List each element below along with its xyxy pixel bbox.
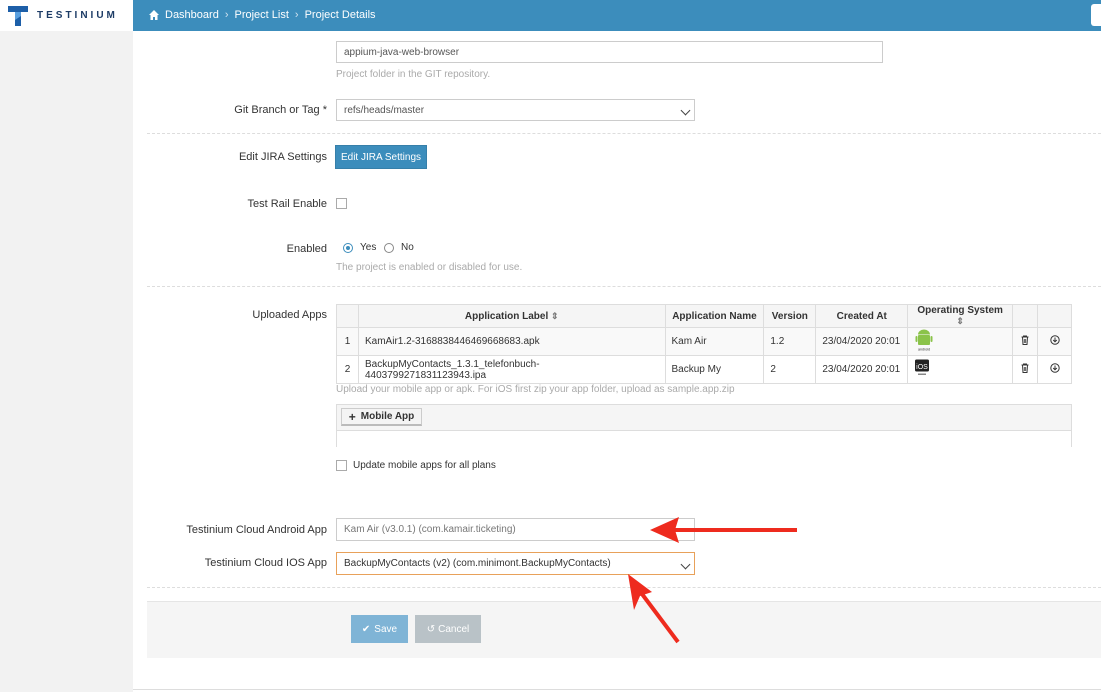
user-menu-button[interactable] (1091, 4, 1101, 26)
column-header-version: Version (763, 304, 817, 328)
bottom-border (133, 689, 1101, 690)
top-navbar: TESTINIUM Dashboard › Project List › Pro… (0, 0, 1101, 31)
update-all-plans-checkbox[interactable] (336, 460, 347, 471)
undo-icon: ↺ (426, 623, 436, 635)
project-path-value: appium-java-web-browser (344, 46, 460, 58)
sort-icon: ⇕ (956, 316, 964, 326)
annotation-arrow-up (628, 574, 680, 644)
sidebar (0, 31, 134, 692)
android-app-label: Testinium Cloud Android App (186, 524, 327, 536)
app-version-cell: 1.2 (763, 327, 817, 356)
download-cell (1037, 327, 1072, 356)
column-header-operating-system[interactable]: Operating System ⇕ (907, 304, 1014, 328)
uploaded-apps-label: Uploaded Apps (252, 309, 327, 321)
upload-help: Upload your mobile app or apk. For iOS f… (336, 384, 735, 395)
git-branch-value: refs/heads/master (344, 104, 425, 116)
enabled-yes-label: Yes (360, 242, 377, 253)
chevron-down-icon (680, 105, 691, 116)
check-icon: ✔ (361, 623, 371, 635)
app-name-cell: Backup My (664, 355, 765, 384)
breadcrumb-project-details: Project Details (304, 9, 376, 21)
app-version-cell: 2 (763, 355, 817, 384)
android-app-value: Kam Air (v3.0.1) (com.kamair.ticketing) (344, 524, 516, 535)
app-label-cell: KamAir1.2-3168838446469668683.apk (357, 327, 666, 356)
edit-jira-settings-button[interactable]: Edit JIRA Settings (335, 145, 427, 169)
clipped-row (336, 31, 536, 34)
delete-cell (1012, 327, 1038, 356)
chevron-down-icon (680, 559, 691, 569)
brand-name: TESTINIUM (37, 10, 118, 21)
enabled-yes-radio[interactable] (343, 243, 353, 253)
breadcrumb-dashboard[interactable]: Dashboard (165, 9, 219, 21)
enabled-help: The project is enabled or disabled for u… (336, 262, 523, 273)
app-os-cell: android (907, 327, 1014, 356)
ios-icon: iOS (915, 359, 930, 375)
upload-area (336, 404, 1072, 447)
save-label: Save (374, 623, 398, 635)
home-icon (149, 10, 159, 20)
table-row: 1 KamAir1.2-3168838446469668683.apk Kam … (336, 327, 1072, 356)
breadcrumb-separator: › (294, 9, 299, 21)
testinium-logo-icon (8, 6, 28, 26)
cancel-label: Cancel (438, 623, 470, 635)
sort-icon: ⇕ (551, 310, 559, 321)
annotation-arrow-left (650, 517, 797, 543)
download-icon[interactable] (1049, 335, 1060, 345)
project-path-help: Project folder in the GIT repository. (336, 69, 491, 80)
trash-icon[interactable] (1020, 363, 1030, 373)
breadcrumb-separator: › (224, 9, 229, 21)
logo[interactable]: TESTINIUM (0, 0, 133, 31)
app-created-cell: 23/04/2020 20:01 (815, 355, 909, 384)
android-icon: android (915, 329, 933, 352)
project-path-input[interactable]: appium-java-web-browser (336, 41, 883, 63)
delete-cell (1012, 355, 1038, 384)
column-header-application-name: Application Name (664, 304, 765, 328)
divider (147, 286, 1101, 287)
update-all-plans-label: Update mobile apps for all plans (353, 460, 496, 471)
app-created-cell: 23/04/2020 20:01 (815, 327, 909, 356)
jira-label: Edit JIRA Settings (238, 151, 327, 163)
divider (147, 133, 1101, 134)
plus-icon: + (348, 409, 356, 424)
test-rail-label: Test Rail Enable (247, 198, 328, 210)
download-icon[interactable] (1049, 363, 1060, 373)
add-mobile-app-label: Mobile App (360, 411, 415, 422)
column-header-created-at: Created At (815, 304, 909, 328)
uploaded-apps-table: Application Label ⇕ Application Name Ver… (336, 304, 1072, 384)
upload-toolbar (337, 405, 1071, 431)
git-branch-select[interactable]: refs/heads/master (336, 99, 695, 121)
ios-app-label: Testinium Cloud IOS App (204, 557, 327, 569)
download-cell (1037, 355, 1072, 384)
row-index: 1 (336, 327, 359, 356)
column-header-application-label[interactable]: Application Label ⇕ (357, 304, 666, 328)
app-name-cell: Kam Air (664, 327, 765, 356)
enabled-label: Enabled (286, 243, 327, 255)
column-header-download (1037, 304, 1072, 328)
cancel-button[interactable]: ↺ Cancel (415, 615, 481, 643)
row-index: 2 (336, 355, 359, 384)
app-label-cell: BackupMyContacts_1.3.1_telefonbuch-44037… (357, 355, 666, 384)
app-os-cell: iOS (907, 355, 1014, 384)
enabled-no-radio[interactable] (384, 243, 394, 253)
git-branch-label: Git Branch or Tag * (234, 104, 327, 116)
android-app-select[interactable]: Kam Air (v3.0.1) (com.kamair.ticketing) (336, 518, 695, 541)
add-mobile-app-button[interactable]: + Mobile App (341, 408, 422, 426)
breadcrumb: Dashboard › Project List › Project Detai… (148, 9, 376, 21)
os-label-android: android (918, 348, 930, 352)
column-header-index (336, 304, 359, 328)
table-header-row: Application Label ⇕ Application Name Ver… (336, 304, 1072, 328)
test-rail-checkbox[interactable] (336, 198, 347, 209)
ios-app-value: BackupMyContacts (v2) (com.minimont.Back… (344, 558, 611, 569)
trash-icon[interactable] (1020, 335, 1030, 345)
enabled-no-label: No (401, 242, 414, 253)
table-row: 2 BackupMyContacts_1.3.1_telefonbuch-440… (336, 355, 1072, 384)
os-label-ios: iOS (916, 364, 928, 371)
save-button[interactable]: ✔ Save (351, 615, 408, 643)
column-header-delete (1012, 304, 1038, 328)
breadcrumb-project-list[interactable]: Project List (235, 9, 289, 21)
